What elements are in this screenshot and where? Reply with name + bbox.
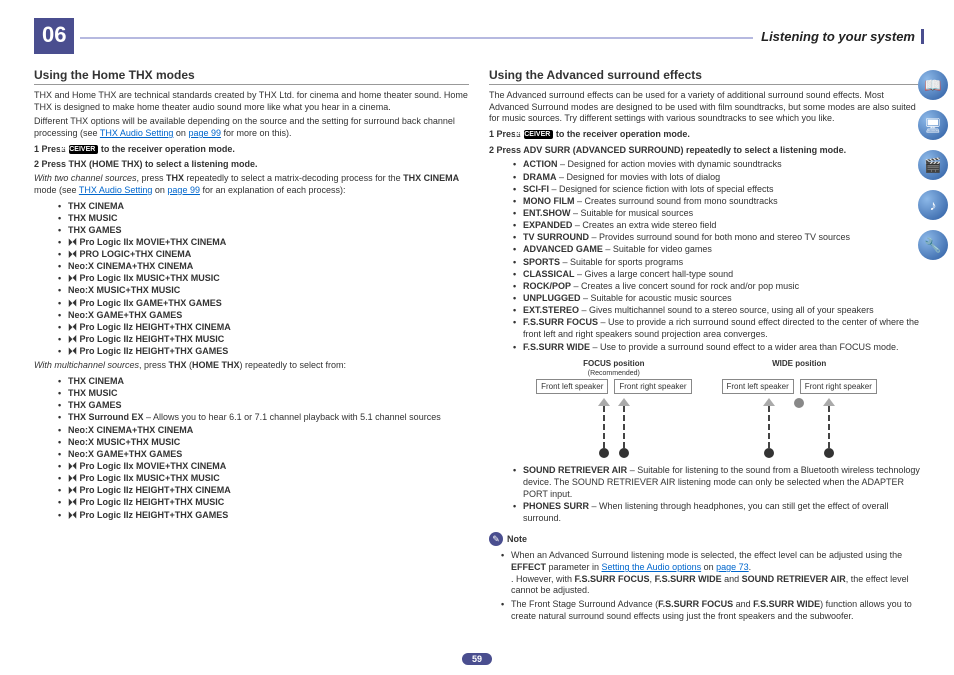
- list-item: ENT.SHOW – Suitable for musical sources: [513, 207, 924, 219]
- adv-surround-list: ACTION – Designed for action movies with…: [489, 158, 924, 352]
- left-intro1: THX and Home THX are technical standards…: [34, 90, 469, 113]
- right-heading: Using the Advanced surround effects: [489, 68, 924, 85]
- nav-setup-icon[interactable]: 🔧: [918, 230, 948, 260]
- list-item: ⏵⏴ Pro Logic IIx GAME+THX GAMES: [58, 297, 469, 309]
- thx-list-twoch: THX CINEMATHX MUSICTHX GAMES⏵⏴ Pro Logic…: [34, 200, 469, 358]
- list-item: ⏵⏴ Pro Logic IIz HEIGHT+THX GAMES: [58, 345, 469, 357]
- list-item: PHONES SURR – When listening through hea…: [513, 500, 924, 524]
- chapter-number: 06: [34, 18, 74, 54]
- right-step1: 1 Press RECEIVER to the receiver operati…: [489, 129, 924, 141]
- receiver-badge: RECEIVER: [69, 145, 99, 154]
- list-item: ⏵⏴ Pro Logic IIz HEIGHT+THX CINEMA: [58, 484, 469, 496]
- note-item: When an Advanced Surround listening mode…: [501, 550, 924, 597]
- list-item: MONO FILM – Creates surround sound from …: [513, 195, 924, 207]
- list-item: ADVANCED GAME – Suitable for video games: [513, 243, 924, 255]
- left-step1: 1 Press RECEIVER to the receiver operati…: [34, 144, 469, 156]
- list-item: Neo:X CINEMA+THX CINEMA: [58, 260, 469, 272]
- page-number: 59: [462, 653, 492, 665]
- list-item: THX GAMES: [58, 224, 469, 236]
- list-item: EXPANDED – Creates an extra wide stereo …: [513, 219, 924, 231]
- right-step2: 2 Press ADV SURR (ADVANCED SURROUND) rep…: [489, 145, 924, 157]
- side-nav-icons: 📖 🖥 🎬 ♪ 🔧: [918, 70, 948, 260]
- list-item: SCI-FI – Designed for science fiction wi…: [513, 183, 924, 195]
- note-icon: ✎: [489, 532, 503, 546]
- list-item: Neo:X GAME+THX GAMES: [58, 309, 469, 321]
- list-item: TV SURROUND – Provides surround sound fo…: [513, 231, 924, 243]
- list-item: ⏵⏴ Pro Logic IIx MUSIC+THX MUSIC: [58, 272, 469, 284]
- link-thx-audio[interactable]: THX Audio Setting: [100, 128, 174, 138]
- note-header: ✎ Note: [489, 532, 924, 546]
- list-item: ⏵⏴ Pro Logic IIz HEIGHT+THX CINEMA: [58, 321, 469, 333]
- list-item: THX MUSIC: [58, 387, 469, 399]
- list-item: F.S.SURR FOCUS – Use to provide a rich s…: [513, 316, 924, 340]
- list-item: ⏵⏴ Pro Logic IIx MOVIE+THX CINEMA: [58, 236, 469, 248]
- list-item: Neo:X CINEMA+THX CINEMA: [58, 424, 469, 436]
- list-item: ⏵⏴ PRO LOGIC+THX CINEMA: [58, 248, 469, 260]
- link-page99[interactable]: page 99: [188, 128, 221, 138]
- list-item: THX Surround EX – Allows you to hear 6.1…: [58, 411, 469, 423]
- left-heading: Using the Home THX modes: [34, 68, 469, 85]
- list-item: F.S.SURR WIDE – Use to provide a surroun…: [513, 341, 924, 353]
- list-item: ROCK/POP – Creates a live concert sound …: [513, 280, 924, 292]
- link-audio-options[interactable]: Setting the Audio options: [602, 562, 702, 572]
- left-twoch-note: With two channel sources, press THX repe…: [34, 173, 469, 196]
- list-item: THX GAMES: [58, 399, 469, 411]
- left-step2: 2 Press THX (HOME THX) to select a liste…: [34, 159, 469, 171]
- nav-manual-icon[interactable]: 📖: [918, 70, 948, 100]
- note-list: When an Advanced Surround listening mode…: [489, 550, 924, 622]
- thx-list-multi: THX CINEMATHX MUSICTHX GAMESTHX Surround…: [34, 375, 469, 521]
- list-item: SPORTS – Suitable for sports programs: [513, 256, 924, 268]
- receiver-badge: RECEIVER: [524, 130, 554, 139]
- note-item: The Front Stage Surround Advance (F.S.SU…: [501, 599, 924, 622]
- left-intro2: Different THX options will be available …: [34, 116, 469, 139]
- left-multi-note: With multichannel sources, press THX (HO…: [34, 360, 469, 372]
- list-item: DRAMA – Designed for movies with lots of…: [513, 171, 924, 183]
- list-item: EXT.STEREO – Gives multichannel sound to…: [513, 304, 924, 316]
- link-thx-audio2[interactable]: THX Audio Setting: [79, 185, 153, 195]
- nav-music-icon[interactable]: ♪: [918, 190, 948, 220]
- list-item: ⏵⏴ Pro Logic IIz HEIGHT+THX MUSIC: [58, 496, 469, 508]
- wide-diagram: WIDE position Front left speaker Front r…: [722, 359, 877, 458]
- nav-movie-icon[interactable]: 🎬: [918, 150, 948, 180]
- page-header: 06 Listening to your system: [34, 18, 924, 54]
- header-title: Listening to your system: [761, 29, 924, 44]
- nav-device-icon[interactable]: 🖥: [918, 110, 948, 140]
- right-intro: The Advanced surround effects can be use…: [489, 90, 924, 125]
- header-rule: [80, 37, 753, 39]
- list-item: Neo:X GAME+THX GAMES: [58, 448, 469, 460]
- list-item: ⏵⏴ Pro Logic IIz HEIGHT+THX GAMES: [58, 509, 469, 521]
- list-item: ⏵⏴ Pro Logic IIx MUSIC+THX MUSIC: [58, 472, 469, 484]
- left-column: Using the Home THX modes THX and Home TH…: [34, 68, 469, 665]
- list-item: THX CINEMA: [58, 375, 469, 387]
- list-item: THX MUSIC: [58, 212, 469, 224]
- list-item: UNPLUGGED – Suitable for acoustic music …: [513, 292, 924, 304]
- list-item: ACTION – Designed for action movies with…: [513, 158, 924, 170]
- link-page99b[interactable]: page 99: [167, 185, 200, 195]
- list-item: CLASSICAL – Gives a large concert hall-t…: [513, 268, 924, 280]
- list-item: SOUND RETRIEVER AIR – Suitable for liste…: [513, 464, 924, 500]
- right-column: Using the Advanced surround effects The …: [489, 68, 924, 665]
- list-item: Neo:X MUSIC+THX MUSIC: [58, 284, 469, 296]
- adv-surround-list2: SOUND RETRIEVER AIR – Suitable for liste…: [489, 464, 924, 525]
- list-item: ⏵⏴ Pro Logic IIz HEIGHT+THX MUSIC: [58, 333, 469, 345]
- list-item: Neo:X MUSIC+THX MUSIC: [58, 436, 469, 448]
- link-page73[interactable]: page 73: [716, 562, 749, 572]
- list-item: ⏵⏴ Pro Logic IIx MOVIE+THX CINEMA: [58, 460, 469, 472]
- focus-diagram: FOCUS position (Recommended) Front left …: [536, 359, 691, 458]
- list-item: THX CINEMA: [58, 200, 469, 212]
- speaker-diagram: FOCUS position (Recommended) Front left …: [489, 359, 924, 458]
